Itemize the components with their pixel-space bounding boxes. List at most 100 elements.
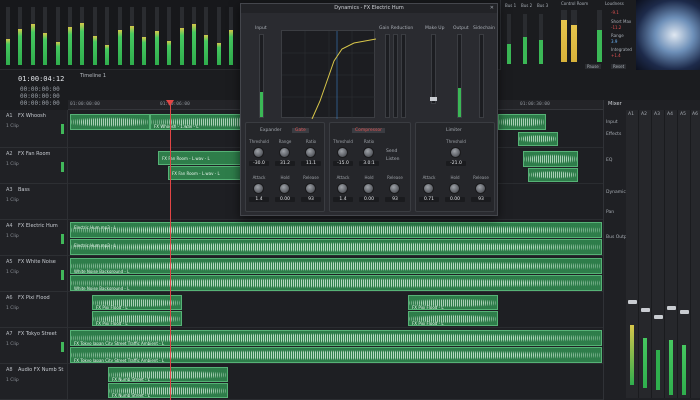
track-header-a6[interactable]: A6 FX Pixi Flood 1 Clip (0, 292, 68, 328)
clip-pixi-1[interactable]: FX Pixi Flood - L (92, 295, 182, 310)
track-name[interactable]: FX Pixi Flood (18, 295, 64, 301)
limiter-attack-knob[interactable] (423, 183, 434, 194)
track-name[interactable]: Bass (18, 187, 64, 193)
close-icon[interactable]: ✕ (490, 5, 494, 11)
clip-pixi-2[interactable]: FX Pixi Flood - L (92, 311, 182, 326)
compressor-ratio-value[interactable]: 3.0:1 (359, 161, 379, 166)
clip-tokyo-2[interactable]: FX Tokyo Japan City Street Traffic Ambie… (70, 347, 602, 363)
compressor-attack-knob[interactable] (337, 183, 348, 194)
expander-threshold-knob[interactable] (253, 147, 264, 158)
pause-button[interactable]: Pause (585, 64, 601, 69)
channel-fader[interactable] (680, 310, 689, 314)
limiter-release-knob[interactable] (475, 183, 486, 194)
limiter-hold-knob[interactable] (449, 183, 460, 194)
limiter-hold-value[interactable]: 0.00 (445, 197, 465, 202)
limiter-attack-value[interactable]: 0.71 (419, 197, 439, 202)
expander-hold-knob[interactable] (279, 183, 290, 194)
limiter-release-value[interactable]: 93 (471, 197, 491, 202)
compressor-hold-value[interactable]: 0.00 (359, 197, 379, 202)
main-timecode[interactable]: 01:00:04:12 (18, 75, 64, 83)
expander-range-knob[interactable] (279, 147, 290, 158)
compressor-release-value[interactable]: 93 (385, 197, 405, 202)
reset-button[interactable]: Reset (611, 64, 627, 69)
expander-release-value[interactable]: 93 (301, 197, 321, 202)
timeline-name-dropdown[interactable]: Timeline 1 (80, 73, 106, 79)
clip-electric-1[interactable]: Electric Hum.mp3 - L (70, 222, 602, 238)
clip-whoosh-3[interactable] (498, 114, 546, 130)
video-viewer-thumbnail[interactable] (636, 0, 700, 70)
clip-white-1[interactable]: White Noise Background - L (70, 258, 602, 274)
clip-name: White Noise Background - L (74, 269, 130, 274)
limiter-title[interactable]: Limiter (446, 128, 462, 133)
channel-level-meter (117, 30, 122, 65)
limiter-threshold-value[interactable]: -21.0 (446, 161, 466, 166)
track-header-a5[interactable]: A5 FX White Noise 1 Clip (0, 256, 68, 292)
track-header-a2[interactable]: A2 FX Fan Room 1 Clip (0, 148, 68, 184)
expander-release-knob[interactable] (305, 183, 316, 194)
compressor-attack-value[interactable]: 1.4 (333, 197, 353, 202)
track-header-a7[interactable]: A7 FX Tokyo Street 1 Clip (0, 328, 68, 364)
track-name[interactable]: FX Tokyo Street (18, 331, 64, 337)
expander-ratio-value[interactable]: 11.1 (301, 161, 321, 166)
track-name[interactable]: FX White Noise (18, 259, 64, 265)
compressor-ratio-knob[interactable] (363, 147, 374, 158)
expander-range-value[interactable]: 31.2 (275, 161, 295, 166)
clip-whoosh-4[interactable] (518, 132, 558, 146)
compressor-title[interactable]: Compressor (352, 128, 385, 133)
make-up-slider[interactable] (430, 34, 437, 104)
transfer-curve-graph (281, 30, 377, 120)
expander-attack-value[interactable]: 1.4 (249, 197, 269, 202)
mixer-strip-a4[interactable]: A4 (665, 110, 678, 398)
hold-label: Hold (280, 175, 290, 180)
lane-a4: Electric Hum.mp3 - L Electric Hum.mp3 - … (68, 220, 603, 256)
mixer-strip-a2[interactable]: A2 (639, 110, 652, 398)
channel-fader[interactable] (641, 308, 650, 312)
clip-numb-2[interactable]: FX Numb Street - L (108, 383, 228, 398)
expander-title[interactable]: Expander (260, 128, 281, 133)
track-name[interactable]: FX Fan Room (18, 151, 64, 157)
track-header-a4[interactable]: A4 FX Electric Hum 1 Clip (0, 220, 68, 256)
track-header-a8[interactable]: A8 Audio FX Numb St... 1 Clip (0, 364, 68, 400)
expander-ratio-knob[interactable] (305, 147, 316, 158)
compressor-release-knob[interactable] (389, 183, 400, 194)
channel-meter (682, 345, 686, 395)
mixer-strip-a5[interactable]: A5 (678, 110, 691, 398)
track-id: A4 (6, 223, 13, 229)
clip-pixi-4[interactable]: FX Pixi Flood - L (408, 311, 498, 326)
clip-electric-2[interactable]: Electric Hum.mp3 - L (70, 239, 602, 255)
mixer-strip-a1[interactable]: A1 (626, 110, 639, 398)
gate-button[interactable]: Gate (292, 128, 309, 133)
clip-fan-3[interactable] (523, 151, 578, 167)
clip-numb-1[interactable]: FX Numb Street - L (108, 367, 228, 382)
track-id: A7 (6, 331, 13, 337)
timecode-row-3: 00:00:00:00 (20, 100, 60, 107)
send-toggle[interactable]: Send (386, 149, 397, 154)
track-header-a3[interactable]: A3 Bass 1 Clip (0, 184, 68, 220)
channel-fader[interactable] (654, 315, 663, 319)
playhead-handle[interactable] (166, 100, 174, 106)
channel-fader[interactable] (628, 300, 637, 304)
compressor-threshold-value[interactable]: -15.0 (333, 161, 353, 166)
compressor-threshold-knob[interactable] (337, 147, 348, 158)
track-header-a1[interactable]: A1 FX Whoosh 1 Clip (0, 110, 68, 148)
expander-hold-value[interactable]: 0.00 (275, 197, 295, 202)
channel-fader[interactable] (667, 306, 676, 310)
clip-tokyo-1[interactable]: FX Tokyo Japan City Street Traffic Ambie… (70, 330, 602, 346)
compressor-hold-knob[interactable] (363, 183, 374, 194)
expander-threshold-value[interactable]: -30.0 (249, 161, 269, 166)
clip-white-2[interactable]: White Noise Background - L (70, 275, 602, 291)
clip-whoosh-1[interactable] (70, 114, 150, 130)
track-name[interactable]: Audio FX Numb St... (18, 367, 64, 373)
strip-label: A4 (667, 112, 673, 117)
listen-toggle[interactable]: Listen (386, 157, 400, 162)
mixer-strip-a3[interactable]: A3 (652, 110, 665, 398)
dynamics-title[interactable]: Dynamics - FX Electric Hum (241, 4, 497, 13)
track-name[interactable]: FX Whoosh (18, 113, 64, 119)
track-name[interactable]: FX Electric Hum (18, 223, 64, 229)
playhead[interactable] (170, 102, 171, 400)
mixer-strip-a6[interactable]: A6 (691, 110, 700, 398)
expander-attack-knob[interactable] (253, 183, 264, 194)
clip-pixi-3[interactable]: FX Pixi Flood - L (408, 295, 498, 310)
clip-fan-4[interactable] (528, 168, 578, 182)
limiter-threshold-knob[interactable] (450, 147, 461, 158)
